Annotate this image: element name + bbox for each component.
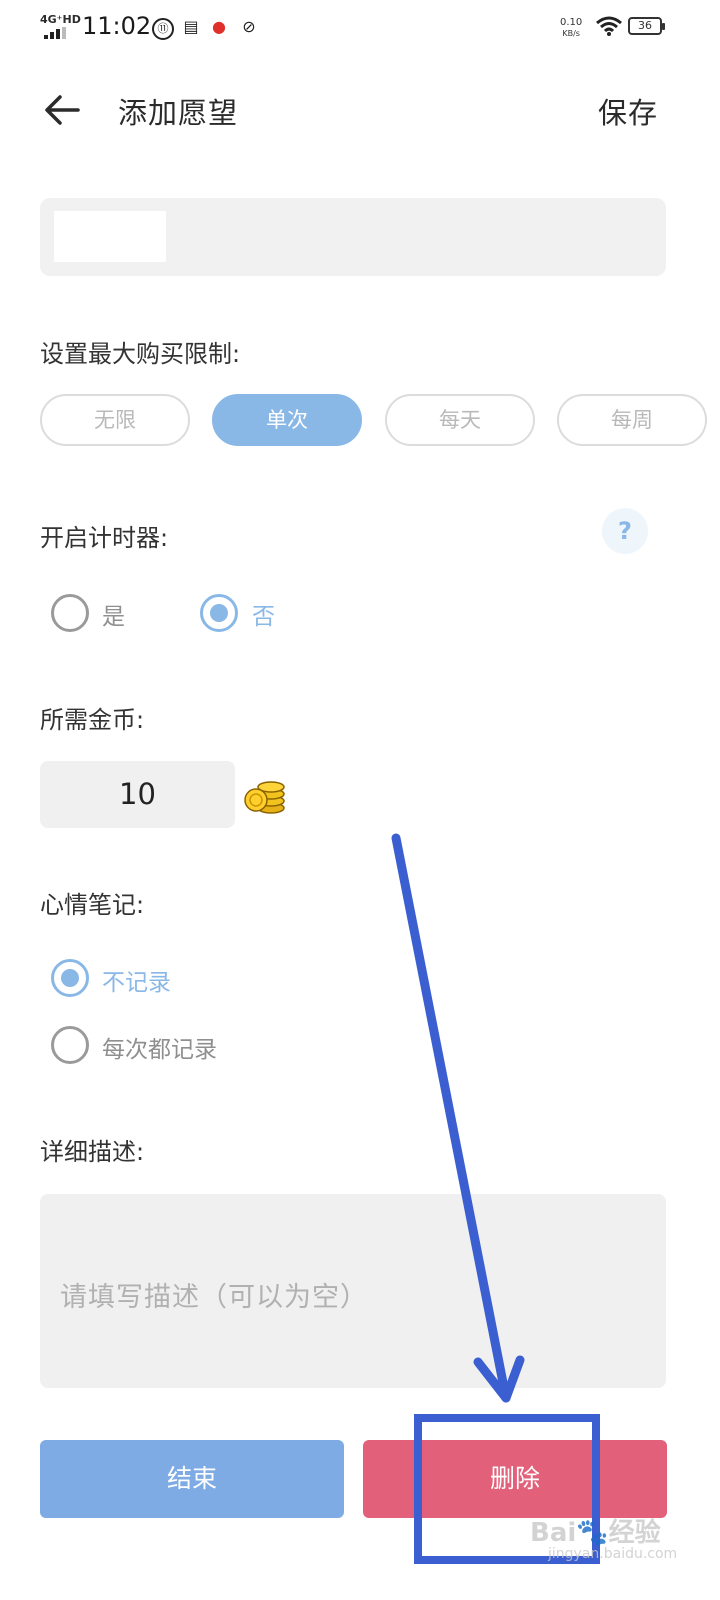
- timer-radio-yes[interactable]: [51, 594, 89, 632]
- watermark-url: jingyan.baidu.com: [548, 1546, 678, 1562]
- speed-unit: KB/s: [562, 29, 580, 38]
- network-type: 4G⁺HD: [40, 13, 81, 26]
- wifi-icon: [596, 16, 622, 36]
- battery-icon: 36: [628, 17, 665, 35]
- clock: 11:02: [82, 12, 152, 40]
- limit-option-daily[interactable]: 每天: [385, 394, 535, 446]
- watermark-logo: Bai🐾经验: [530, 1518, 661, 1548]
- signal-icon: [44, 27, 66, 39]
- mood-option-no-record-label: 不记录: [102, 970, 171, 996]
- mood-radio-no-record[interactable]: [51, 959, 89, 997]
- network-speed: 0.10 KB/s: [560, 17, 582, 39]
- timer-radio-no[interactable]: [200, 594, 238, 632]
- description-placeholder: 请填写描述（可以为空）: [60, 1282, 368, 1313]
- back-arrow-icon[interactable]: [40, 88, 84, 132]
- speed-value: 0.10: [560, 17, 583, 28]
- app-notification-icon: ⑪: [152, 18, 174, 40]
- status-bar: 4G⁺HD 11:02 ⑪ ▤ ● ⊘ 0.10 KB/s 36: [0, 0, 720, 56]
- mood-note-label: 心情笔记:: [40, 891, 145, 919]
- mood-option-every-time-label: 每次都记录: [102, 1037, 217, 1063]
- sync-icon: ⊘: [242, 17, 256, 36]
- limit-option-unlimited[interactable]: 无限: [40, 394, 190, 446]
- mood-radio-every-time[interactable]: [51, 1026, 89, 1064]
- description-label: 详细描述:: [40, 1138, 145, 1166]
- timer-option-no-label: 否: [252, 604, 275, 630]
- weibo-icon: ●: [212, 17, 226, 36]
- page-title: 添加愿望: [118, 96, 239, 130]
- limit-option-single[interactable]: 单次: [212, 394, 362, 446]
- help-icon[interactable]: ?: [602, 508, 648, 554]
- redacted-name: [54, 211, 166, 262]
- gold-coins-icon: [244, 781, 285, 814]
- timer-label: 开启计时器:: [40, 524, 169, 552]
- coins-label: 所需金币:: [40, 706, 145, 734]
- timer-option-yes-label: 是: [102, 604, 125, 630]
- purchase-limit-label: 设置最大购买限制:: [40, 340, 241, 368]
- end-button[interactable]: 结束: [40, 1440, 344, 1518]
- coins-input[interactable]: 10: [40, 761, 235, 828]
- limit-option-weekly[interactable]: 每周: [557, 394, 707, 446]
- calendar-icon: ▤: [183, 17, 199, 36]
- save-button[interactable]: 保存: [598, 90, 658, 132]
- delete-button[interactable]: 删除: [363, 1440, 667, 1518]
